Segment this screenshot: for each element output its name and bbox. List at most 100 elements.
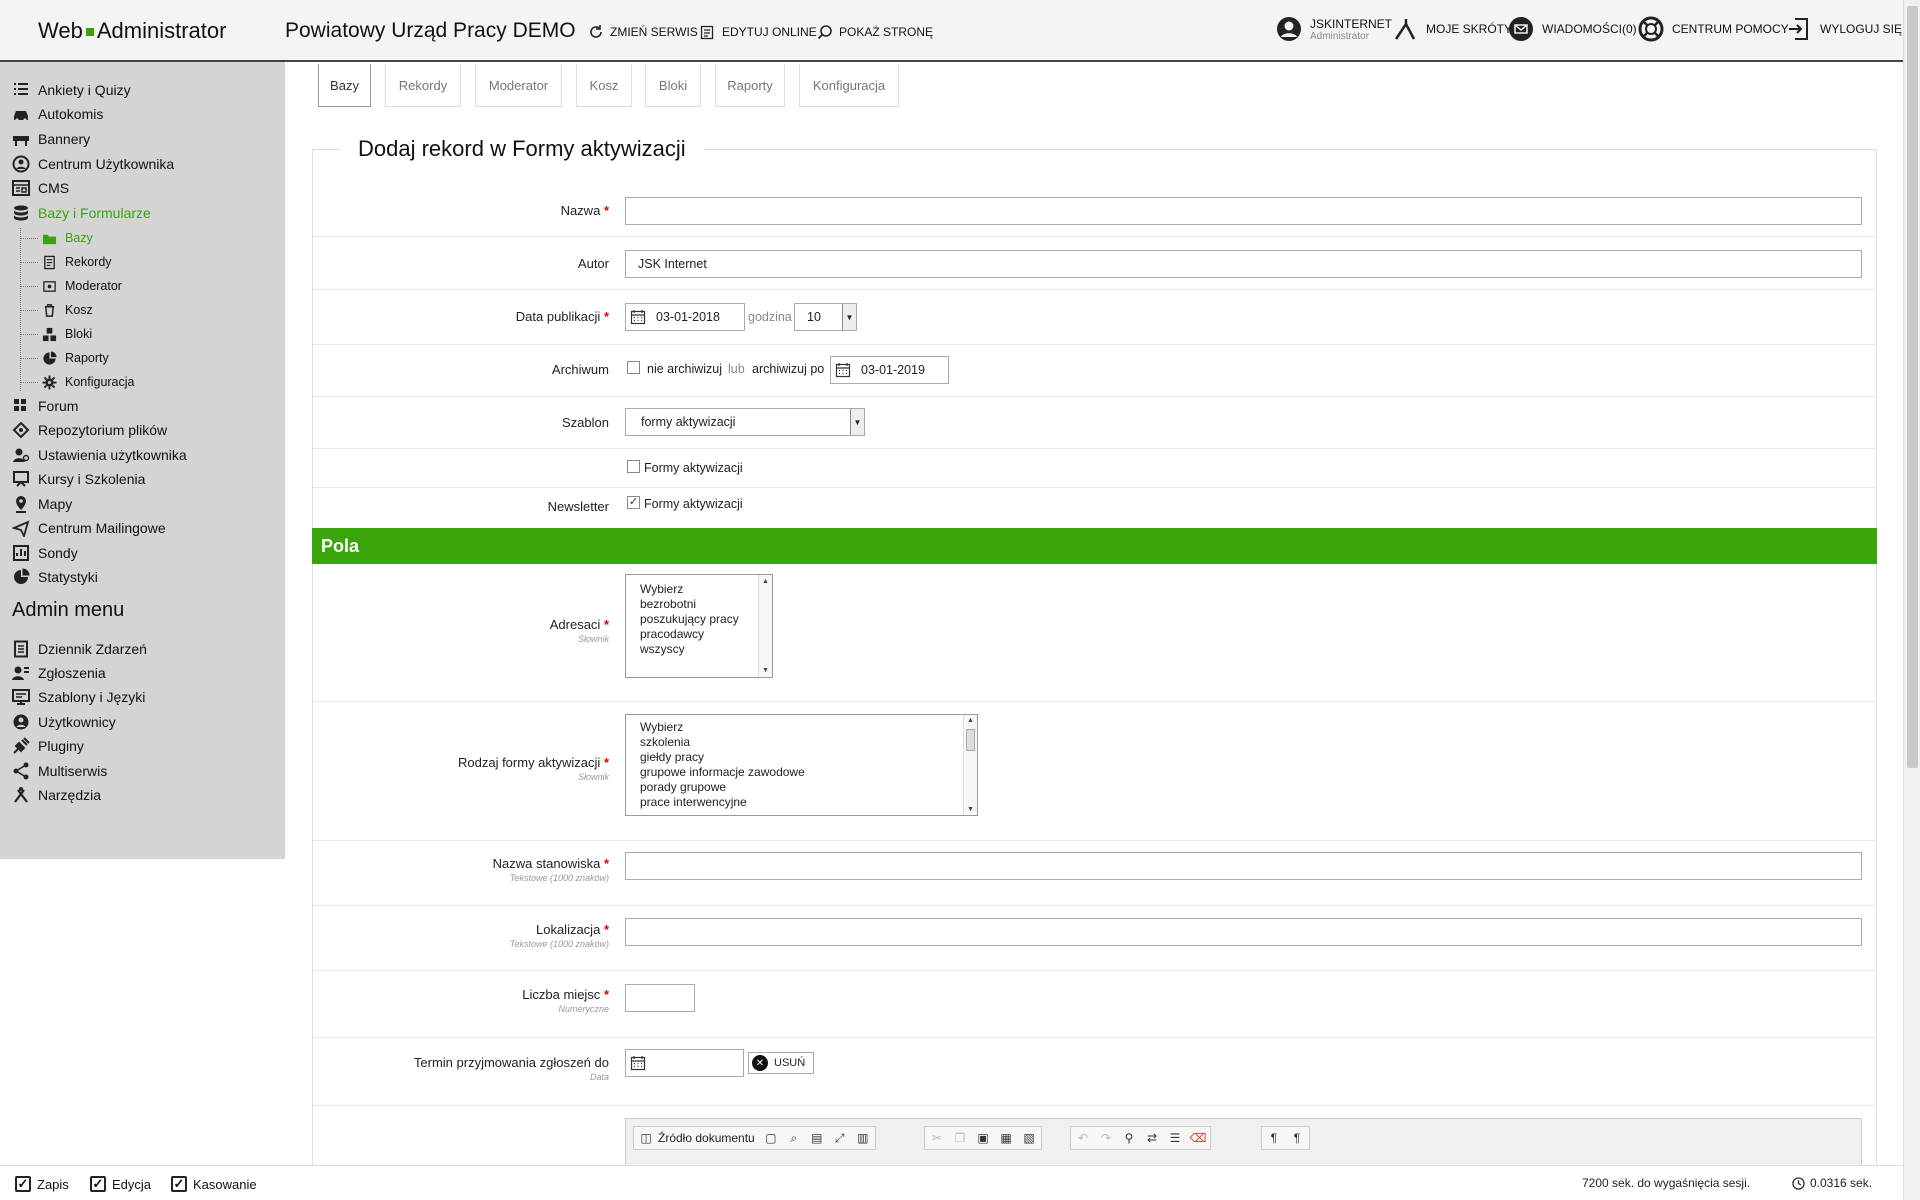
logo[interactable]: Web Administrator xyxy=(38,18,226,44)
listbox-option[interactable]: Wybierz xyxy=(626,582,772,597)
tab-raporty[interactable]: Raporty xyxy=(715,64,785,107)
permission-save[interactable]: ✓ Zapis xyxy=(15,1176,69,1192)
sidebar-item-mapy[interactable]: Mapy xyxy=(12,493,72,515)
find-icon[interactable]: ⚲ xyxy=(1122,1131,1136,1145)
hour-select[interactable]: 10 ▼ xyxy=(794,303,857,331)
newsletter-checkbox[interactable]: ✓ xyxy=(627,496,640,509)
page-scrollbar[interactable] xyxy=(1903,0,1920,1200)
paste-text-icon[interactable]: ▦ xyxy=(999,1131,1013,1145)
places-count-input[interactable] xyxy=(625,984,695,1012)
redo-icon[interactable]: ↷ xyxy=(1099,1131,1113,1145)
sidebar-item-multiserwis[interactable]: Multiserwis xyxy=(12,760,107,782)
sidebar-subitem-moderator[interactable]: Moderator xyxy=(42,276,122,296)
sidebar-item-mailing[interactable]: Centrum Mailingowe xyxy=(12,517,166,539)
clear-date-button[interactable]: ✕ USUŃ xyxy=(748,1052,815,1074)
sidebar-item-uzytkownicy[interactable]: Użytkownicy xyxy=(12,711,116,733)
change-service-link[interactable]: ZMIEŃ SERWIS xyxy=(588,24,698,40)
source-icon[interactable]: ◫ xyxy=(639,1131,653,1145)
help-center-link[interactable]: CENTRUM POMOCY xyxy=(1638,16,1789,42)
sidebar-item-cms[interactable]: CMS xyxy=(12,177,69,199)
tab-bazy[interactable]: Bazy xyxy=(318,64,371,107)
nazwa-input[interactable] xyxy=(625,197,1862,225)
sidebar-subitem-raporty[interactable]: Raporty xyxy=(42,348,109,368)
listbox-scrollbar[interactable]: ▲ ▼ xyxy=(758,575,772,677)
scroll-up-icon[interactable]: ▲ xyxy=(967,717,974,724)
listbox-option[interactable]: szkolenia xyxy=(626,735,977,750)
recipients-listbox[interactable]: Wybierz bezrobotni poszukujący pracy pra… xyxy=(625,574,773,678)
sidebar-item-kursy[interactable]: Kursy i Szkolenia xyxy=(12,468,145,490)
sidebar-item-repozytorium[interactable]: Repozytorium plików xyxy=(12,419,167,441)
copy-icon[interactable]: ❐ xyxy=(953,1131,967,1145)
calendar-icon[interactable] xyxy=(835,362,851,378)
sidebar-subitem-kosz[interactable]: Kosz xyxy=(42,300,93,320)
location-input[interactable] xyxy=(625,918,1862,946)
listbox-option[interactable]: pracodawcy xyxy=(626,627,772,642)
listbox-option[interactable]: bezrobotni xyxy=(626,597,772,612)
paste-word-icon[interactable]: ▧ xyxy=(1022,1131,1036,1145)
sidebar-item-bazy-formularze[interactable]: Bazy i Formularze xyxy=(12,202,151,224)
listbox-scrollbar[interactable]: ▲ ▼ xyxy=(963,715,977,815)
sidebar-item-forum[interactable]: Forum xyxy=(12,395,78,417)
deadline-date-input[interactable] xyxy=(625,1049,744,1077)
sidebar-item-statystyki[interactable]: Statystyki xyxy=(12,566,98,588)
sidebar-item-autokomis[interactable]: Autokomis xyxy=(12,103,103,125)
listbox-option[interactable]: Wybierz xyxy=(626,720,977,735)
maximize-icon[interactable]: ⤢ xyxy=(833,1131,847,1145)
page-scroll-thumb[interactable] xyxy=(1907,6,1918,768)
calendar-icon[interactable] xyxy=(630,1055,646,1071)
tab-bloki[interactable]: Bloki xyxy=(645,64,701,107)
tab-moderator[interactable]: Moderator xyxy=(475,64,562,107)
sidebar-subitem-konfiguracja[interactable]: Konfiguracja xyxy=(42,372,135,392)
logout-link[interactable]: WYLOGUJ SIĘ xyxy=(1786,16,1902,42)
new-page-icon[interactable]: ▢ xyxy=(764,1131,778,1145)
tab-rekordy[interactable]: Rekordy xyxy=(385,64,461,107)
sidebar-item-szablony[interactable]: Szablony i Języki xyxy=(12,686,145,708)
user-profile[interactable]: JSKINTERNET Administrator xyxy=(1276,16,1392,42)
activation-type-listbox[interactable]: Wybierz szkolenia giełdy pracy grupowe i… xyxy=(625,714,978,816)
shortcuts-link[interactable]: MOJE SKRÓTY xyxy=(1392,16,1512,42)
sidebar-subitem-rekordy[interactable]: Rekordy xyxy=(42,252,112,272)
sidebar-item-ankiety[interactable]: Ankiety i Quizy xyxy=(12,79,131,101)
sidebar-item-ustawienia[interactable]: Ustawienia użytkownika xyxy=(12,444,187,466)
category-checkbox[interactable] xyxy=(627,460,640,473)
scroll-up-icon[interactable]: ▲ xyxy=(762,578,769,585)
edit-online-link[interactable]: EDYTUJ ONLINE xyxy=(700,24,817,40)
listbox-option[interactable]: grupowe informacje zawodowe xyxy=(626,765,977,780)
source-button-label[interactable]: Źródło dokumentu xyxy=(658,1131,755,1145)
listbox-option[interactable]: giełdy pracy xyxy=(626,750,977,765)
select-all-icon[interactable]: ☰ xyxy=(1168,1131,1182,1145)
tab-konfiguracja[interactable]: Konfiguracja xyxy=(799,64,899,107)
autor-input[interactable]: JSK Internet xyxy=(625,250,1862,278)
calendar-icon[interactable] xyxy=(630,309,646,325)
preview-icon[interactable]: ⌕ xyxy=(787,1131,801,1145)
scroll-down-icon[interactable]: ▼ xyxy=(762,667,769,674)
scroll-down-icon[interactable]: ▼ xyxy=(967,806,974,813)
sidebar-item-centrum-uzytkownika[interactable]: Centrum Użytkownika xyxy=(12,153,174,175)
archive-date-input[interactable]: 03-01-2019 xyxy=(830,356,949,384)
sidebar-item-dziennik[interactable]: Dziennik Zdarzeń xyxy=(12,638,147,660)
paste-icon[interactable]: ▣ xyxy=(976,1131,990,1145)
messages-link[interactable]: WIADOMOŚCI(0) xyxy=(1508,16,1637,42)
show-page-link[interactable]: POKAŻ STRONĘ xyxy=(817,24,933,40)
no-archive-checkbox[interactable] xyxy=(627,361,640,374)
scroll-thumb[interactable] xyxy=(966,729,975,751)
sidebar-item-pluginy[interactable]: Pluginy xyxy=(12,735,84,757)
sidebar-item-sondy[interactable]: Sondy xyxy=(12,542,78,564)
sidebar-subitem-bloki[interactable]: Bloki xyxy=(42,324,92,344)
sidebar-item-zgloszenia[interactable]: Zgłoszenia xyxy=(12,662,106,684)
undo-icon[interactable]: ↶ xyxy=(1076,1131,1090,1145)
rtl-icon[interactable]: ¶ xyxy=(1290,1131,1304,1145)
eraser-icon[interactable]: ⌫ xyxy=(1190,1131,1207,1145)
templates-icon[interactable]: ▤ xyxy=(810,1131,824,1145)
sidebar-item-narzedzia[interactable]: Narzędzia xyxy=(12,784,101,806)
sidebar-subitem-bazy[interactable]: Bazy xyxy=(42,228,93,248)
replace-icon[interactable]: ⇄ xyxy=(1145,1131,1159,1145)
template-select[interactable]: formy aktywizacji ▼ xyxy=(625,408,865,436)
listbox-option[interactable]: porady grupowe xyxy=(626,780,977,795)
tab-kosz[interactable]: Kosz xyxy=(576,64,632,107)
permission-edit[interactable]: ✓ Edycja xyxy=(90,1176,151,1192)
cut-icon[interactable]: ✂ xyxy=(930,1131,944,1145)
sidebar-item-bannery[interactable]: Bannery xyxy=(12,128,90,150)
permission-delete[interactable]: ✓ Kasowanie xyxy=(171,1176,257,1192)
publish-date-input[interactable]: 03-01-2018 xyxy=(625,303,745,331)
